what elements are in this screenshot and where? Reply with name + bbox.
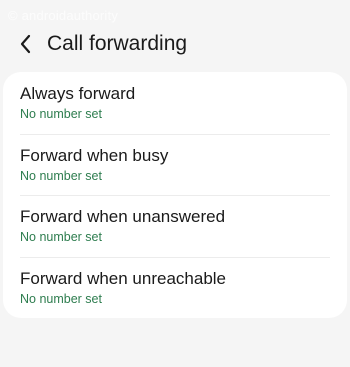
option-forward-when-unreachable[interactable]: Forward when unreachable No number set: [3, 256, 347, 319]
option-title: Forward when busy: [20, 145, 169, 165]
option-title: Always forward: [20, 84, 136, 103]
chevron-left-icon: [20, 34, 31, 54]
app-bar: Call forwarding: [0, 26, 350, 62]
forwarding-options-card: Always forward No number set Forward whe…: [3, 72, 347, 318]
option-forward-when-unanswered[interactable]: Forward when unanswered No number set: [3, 195, 347, 257]
option-always-forward[interactable]: Always forward No number set: [3, 72, 347, 134]
watermark: © androidauthority: [8, 8, 119, 23]
option-title: Forward when unanswered: [20, 207, 226, 226]
back-button[interactable]: [14, 26, 38, 62]
option-status: No number set: [20, 168, 102, 183]
option-status: No number set: [20, 230, 102, 244]
option-title: Forward when unreachable: [20, 268, 227, 288]
option-forward-when-busy[interactable]: Forward when busy No number set: [3, 133, 347, 196]
option-status: No number set: [20, 107, 102, 121]
page-title: Call forwarding: [47, 32, 188, 55]
option-status: No number set: [20, 291, 102, 306]
